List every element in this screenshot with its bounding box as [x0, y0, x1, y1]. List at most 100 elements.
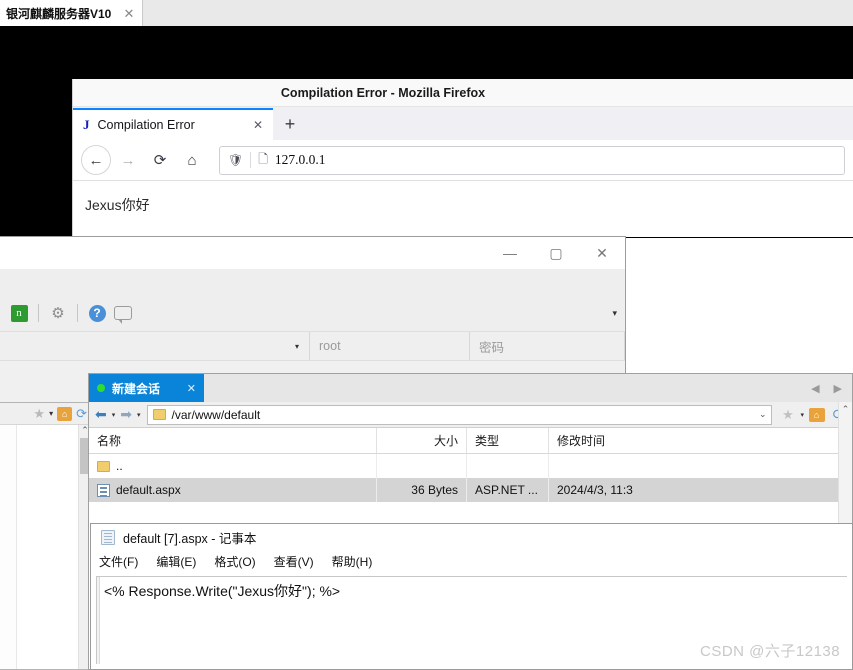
top-tab-title: 银河麒麟服务器V10 [6, 5, 122, 22]
close-icon[interactable]: ✕ [579, 237, 625, 269]
cell-name-text: .. [116, 459, 123, 473]
shield-icon[interactable]: 🛡 [228, 153, 243, 167]
new-session-icon[interactable]: n [6, 300, 32, 326]
forward-dropdown-icon[interactable]: ▾ [137, 411, 141, 419]
scroll-up-icon[interactable]: ⌃ [839, 402, 852, 416]
firefox-titlebar: Compilation Error - Mozilla Firefox [73, 79, 853, 107]
firefox-tab-label: Compilation Error [98, 118, 245, 132]
connected-status-icon [97, 384, 105, 392]
url-text: 127.0.0.1 [275, 152, 326, 168]
menu-help[interactable]: 帮助(H) [332, 553, 373, 570]
bookmark-star-icon[interactable]: ★ [778, 407, 797, 423]
divider [77, 304, 78, 322]
column-header-type[interactable]: 类型 [467, 428, 549, 453]
firefox-tab-compilation-error[interactable]: J Compilation Error ✕ [73, 108, 273, 140]
secondary-panel-list[interactable] [17, 425, 78, 669]
folder-icon [97, 461, 110, 472]
help-icon[interactable]: ? [84, 300, 110, 326]
tab-prev-icon[interactable]: ◀ [811, 382, 819, 395]
protocol-select[interactable]: ▾ [0, 332, 310, 360]
file-browser-tab-new-session[interactable]: 新建会话 ✕ [89, 374, 204, 402]
jexus-favicon-icon: J [83, 117, 90, 133]
firefox-navbar: ← → ⟳ ⌂ 🛡 🗋 127.0.0.1 [73, 140, 853, 181]
folder-icon [153, 409, 166, 420]
top-tab-kylin-server[interactable]: 银河麒麟服务器V10 ✕ [0, 0, 143, 26]
home-icon[interactable]: ⌂ [177, 145, 207, 175]
cell-type: ASP.NET ... [467, 478, 549, 502]
username-input[interactable]: root [310, 332, 470, 360]
forward-icon[interactable]: → [113, 145, 143, 175]
cell-type [467, 454, 549, 478]
table-row[interactable]: .. [89, 454, 852, 478]
column-header-modified[interactable]: 修改时间 [549, 428, 852, 453]
firefox-window: Compilation Error - Mozilla Firefox J Co… [72, 79, 853, 237]
gear-icon[interactable]: ⚙ [45, 300, 71, 326]
tabstrip-arrows: ◀ ▶ [801, 374, 852, 402]
chat-icon[interactable] [110, 300, 136, 326]
tab-next-icon[interactable]: ▶ [834, 382, 842, 395]
help-glyph: ? [89, 305, 106, 322]
notepad-icon [101, 530, 115, 545]
back-icon[interactable]: ← [81, 145, 111, 175]
maximize-icon[interactable]: ▢ [533, 237, 579, 269]
menu-view[interactable]: 查看(V) [274, 553, 314, 570]
url-bar[interactable]: 🛡 🗋 127.0.0.1 [219, 146, 845, 175]
file-table: 名称 大小 类型 修改时间 .. default.aspx 36 By [89, 428, 852, 502]
divider [38, 304, 39, 322]
home-folder-icon[interactable]: ⌂ [57, 407, 72, 421]
new-tab-button[interactable]: + [273, 108, 307, 140]
gear-glyph: ⚙ [51, 304, 64, 322]
notepad-title: default [7].aspx - 记事本 [123, 528, 256, 547]
chat-glyph [114, 306, 132, 320]
toolbar-overflow-icon[interactable]: ▾ [612, 308, 617, 319]
menu-format[interactable]: 格式(O) [214, 553, 255, 570]
refresh-icon[interactable]: ⟳ [76, 406, 87, 422]
screen-root: 银河麒麟服务器V10 ✕ Compilation Error - Mozilla… [0, 0, 853, 670]
secondary-panel-tree[interactable] [0, 425, 17, 669]
notepad-menubar: 文件(F) 编辑(E) 格式(O) 查看(V) 帮助(H) [91, 550, 852, 572]
ssh-toolbar: n ⚙ ? ▾ [0, 295, 625, 331]
notepad-window: default [7].aspx - 记事本 文件(F) 编辑(E) 格式(O)… [90, 523, 853, 670]
menu-file[interactable]: 文件(F) [99, 553, 138, 570]
secondary-panel-toolbar: ★ ▾ ⌂ ⟳ [0, 403, 91, 425]
column-header-size[interactable]: 大小 [377, 428, 467, 453]
reload-icon[interactable]: ⟳ [145, 145, 175, 175]
editor-line: <% Response.Write("Jexus你好"); %> [104, 581, 843, 601]
firefox-tabstrip: J Compilation Error ✕ + [73, 107, 853, 140]
new-session-glyph: n [11, 305, 28, 322]
column-header-name[interactable]: 名称 [89, 428, 377, 453]
close-icon[interactable]: ✕ [187, 382, 196, 395]
cell-size [377, 454, 467, 478]
notepad-textarea[interactable]: <% Response.Write("Jexus你好"); %> [100, 577, 847, 664]
table-row[interactable]: default.aspx 36 Bytes ASP.NET ... 2024/4… [89, 478, 852, 502]
back-dropdown-icon[interactable]: ▾ [112, 411, 116, 419]
aspx-file-icon [97, 484, 110, 497]
cell-name-text: default.aspx [116, 483, 181, 497]
bookmark-star-icon[interactable]: ★ [33, 406, 45, 422]
file-browser-tabstrip: 新建会话 ✕ ◀ ▶ [89, 374, 852, 402]
chevron-down-icon[interactable]: ⌄ [759, 409, 767, 420]
minimize-icon[interactable]: — [487, 237, 533, 269]
chevron-down-icon[interactable]: ▾ [49, 409, 53, 418]
close-icon[interactable]: ✕ [253, 118, 263, 132]
home-folder-icon[interactable]: ⌂ [807, 408, 826, 422]
cell-size: 36 Bytes [377, 478, 467, 502]
cell-name: .. [89, 454, 377, 478]
cell-modified: 2024/4/3, 11:3 [549, 478, 852, 502]
bookmark-dropdown-icon[interactable]: ▾ [800, 411, 804, 419]
close-icon[interactable]: ✕ [122, 7, 136, 20]
back-icon[interactable]: ⬅ [93, 406, 109, 423]
tabstrip-spacer [204, 374, 801, 402]
password-input[interactable]: 密码 [470, 332, 625, 360]
page-icon: 🗋 [258, 150, 268, 171]
top-tabstrip: 银河麒麟服务器V10 ✕ [0, 0, 853, 26]
notepad-editor[interactable]: <% Response.Write("Jexus你好"); %> [96, 576, 847, 664]
file-table-header: 名称 大小 类型 修改时间 [89, 428, 852, 454]
menu-edit[interactable]: 编辑(E) [156, 553, 196, 570]
path-input[interactable]: /var/www/default ⌄ [147, 405, 773, 425]
notepad-titlebar: default [7].aspx - 记事本 [91, 524, 852, 550]
secondary-panel-content: ⌃ [0, 425, 91, 669]
forward-icon[interactable]: ➡ [118, 406, 134, 423]
cell-modified [549, 454, 852, 478]
cell-name: default.aspx [89, 478, 377, 502]
